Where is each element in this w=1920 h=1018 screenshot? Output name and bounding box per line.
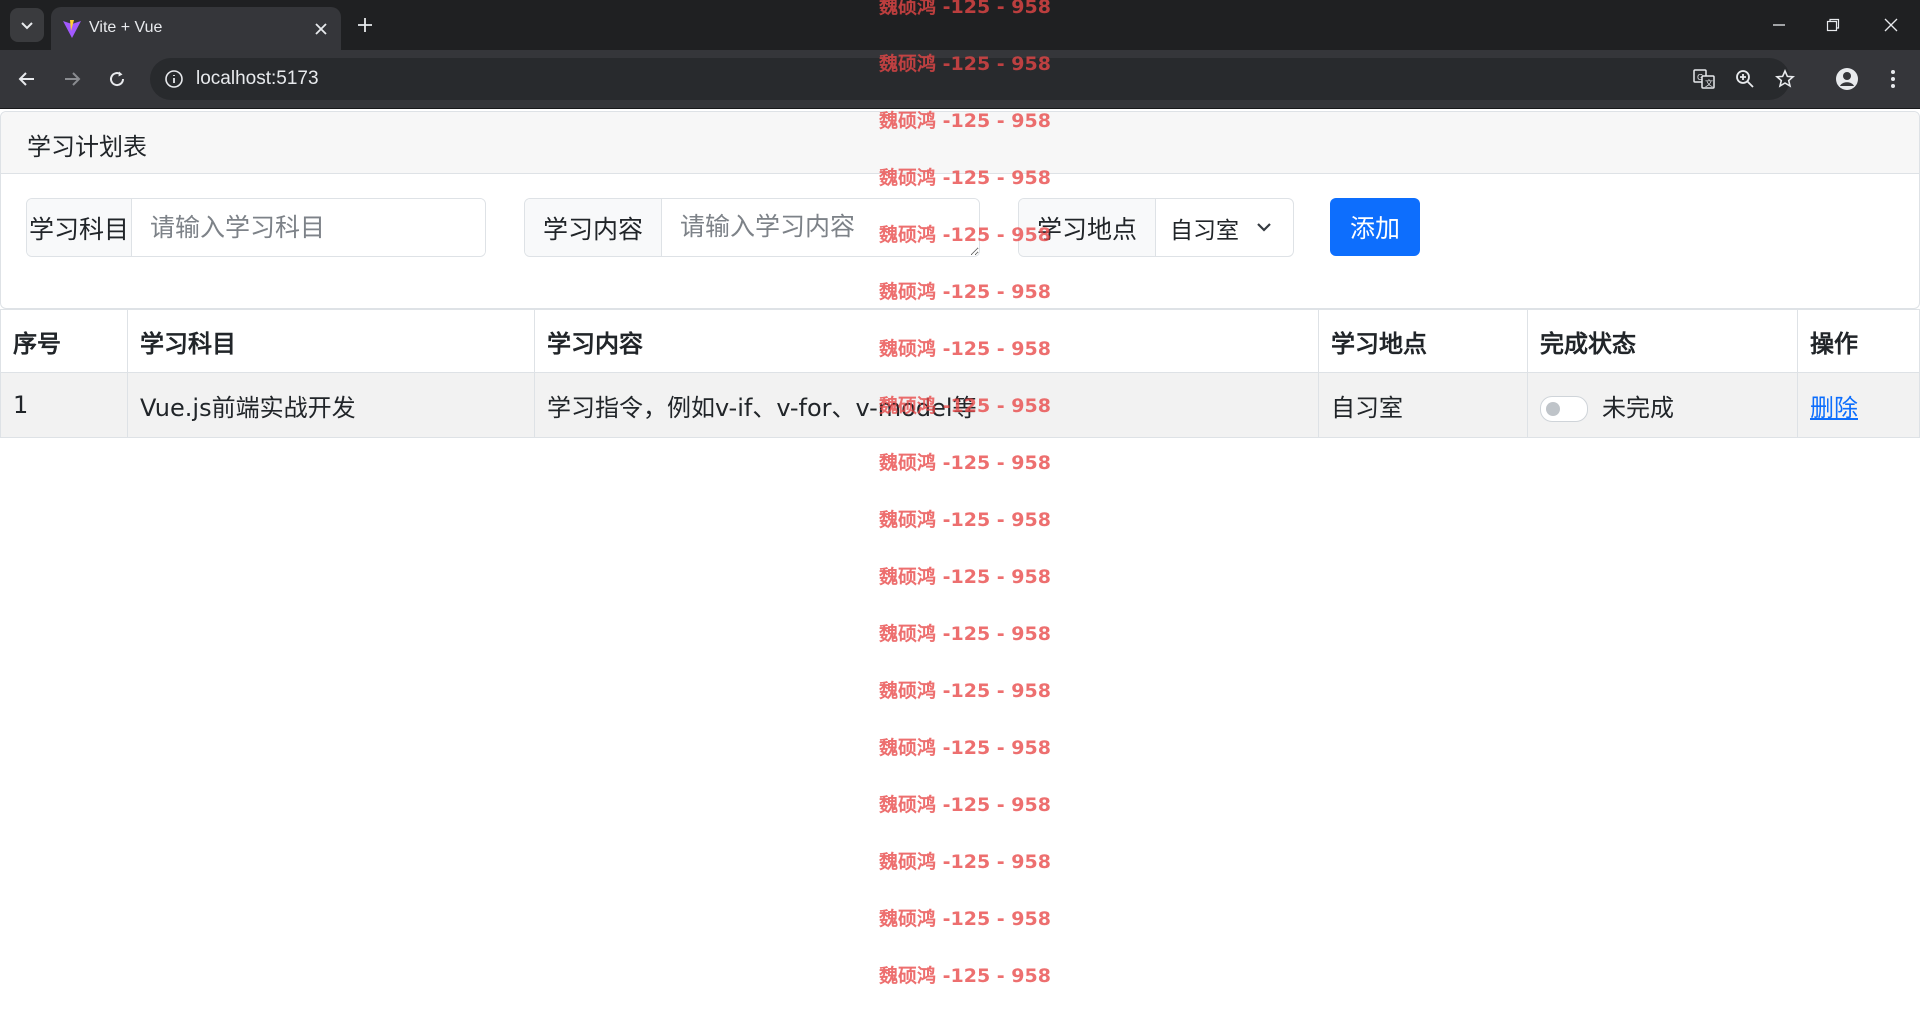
profile-button[interactable] <box>1832 64 1862 94</box>
url-text: localhost:5173 <box>196 68 319 89</box>
row-action-cell: 删除 <box>1797 372 1920 438</box>
header-subject: 学习科目 <box>127 309 535 373</box>
tab-close-button[interactable] <box>311 19 331 39</box>
chevron-down-icon <box>21 22 33 30</box>
bookmark-button[interactable] <box>1772 66 1798 92</box>
plus-icon <box>358 18 372 32</box>
row-status: 未完成 <box>1602 393 1674 422</box>
content-input-group: 学习内容 <box>524 198 980 257</box>
info-icon <box>165 70 183 88</box>
minimize-button[interactable] <box>1762 10 1796 40</box>
menu-button[interactable] <box>1878 64 1908 94</box>
page-title: 学习计划表 <box>27 133 147 161</box>
page-content: 学习计划表 学习科目 学习内容 学习地点 自习室 添加 序号 学习科目 学习内容… <box>0 109 1920 1018</box>
restore-icon <box>1826 18 1840 32</box>
card-header: 学习计划表 <box>1 112 1919 174</box>
header-content: 学习内容 <box>534 309 1319 373</box>
avatar-icon <box>1836 68 1858 90</box>
header-location: 学习地点 <box>1318 309 1528 373</box>
arrow-left-icon <box>18 72 34 86</box>
location-label: 学习地点 <box>1019 199 1156 256</box>
zoom-icon <box>1736 70 1754 88</box>
status-toggle[interactable] <box>1540 395 1588 422</box>
site-info-button[interactable] <box>160 65 188 93</box>
browser-tab[interactable]: Vite + Vue <box>51 7 341 50</box>
toggle-knob <box>1546 401 1560 416</box>
delete-link[interactable]: 删除 <box>1810 394 1858 422</box>
table-row: 1 Vue.js前端实战开发 学习指令，例如v-if、v-for、v-model… <box>0 372 1920 438</box>
forward-button[interactable] <box>57 64 87 94</box>
address-bar[interactable]: localhost:5173 G 文 <box>150 58 1795 100</box>
location-input-group: 学习地点 自习室 <box>1018 198 1294 257</box>
translate-icon: G 文 <box>1693 69 1715 89</box>
close-icon <box>315 23 327 35</box>
table-header-row: 序号 学习科目 学习内容 学习地点 完成状态 操作 <box>0 309 1920 373</box>
chevron-down-icon <box>1257 223 1271 232</box>
content-label: 学习内容 <box>525 199 662 256</box>
star-icon <box>1775 69 1795 88</box>
new-tab-button[interactable] <box>352 12 378 38</box>
reload-icon <box>110 71 125 87</box>
back-button[interactable] <box>12 64 42 94</box>
add-button[interactable]: 添加 <box>1330 198 1420 256</box>
row-status-cell: 未完成 <box>1527 372 1798 438</box>
row-content: 学习指令，例如v-if、v-for、v-model等 <box>534 372 1319 438</box>
zoom-button[interactable] <box>1732 66 1758 92</box>
restore-button[interactable] <box>1816 10 1850 40</box>
vite-logo-icon <box>63 20 81 38</box>
tab-search-button[interactable] <box>10 8 44 42</box>
row-subject: Vue.js前端实战开发 <box>127 372 535 438</box>
subject-label: 学习科目 <box>27 199 132 256</box>
arrow-right-icon <box>65 72 81 86</box>
minimize-icon <box>1773 24 1785 26</box>
subject-input-group: 学习科目 <box>26 198 486 257</box>
location-select[interactable]: 自习室 <box>1156 199 1293 256</box>
subject-input[interactable] <box>132 199 485 256</box>
header-status: 完成状态 <box>1527 309 1798 373</box>
row-location: 自习室 <box>1318 372 1528 438</box>
reload-button[interactable] <box>102 64 132 94</box>
tab-title: Vite + Vue <box>89 19 163 36</box>
more-vertical-icon <box>1891 70 1895 88</box>
header-index: 序号 <box>0 309 128 373</box>
svg-text:G: G <box>1697 73 1703 82</box>
header-action: 操作 <box>1797 309 1920 373</box>
browser-tab-bar: Vite + Vue <box>0 0 1920 50</box>
svg-text:文: 文 <box>1705 78 1713 88</box>
location-selected-value: 自习室 <box>1170 217 1239 244</box>
content-textarea[interactable] <box>662 199 979 256</box>
row-index: 1 <box>0 372 128 438</box>
close-icon <box>1884 18 1898 32</box>
window-close-button[interactable] <box>1874 10 1908 40</box>
browser-toolbar: localhost:5173 G 文 <box>0 50 1920 109</box>
translate-button[interactable]: G 文 <box>1691 66 1717 92</box>
study-plan-table: 序号 学习科目 学习内容 学习地点 完成状态 操作 1 Vue.js前端实战开发… <box>0 309 1920 438</box>
